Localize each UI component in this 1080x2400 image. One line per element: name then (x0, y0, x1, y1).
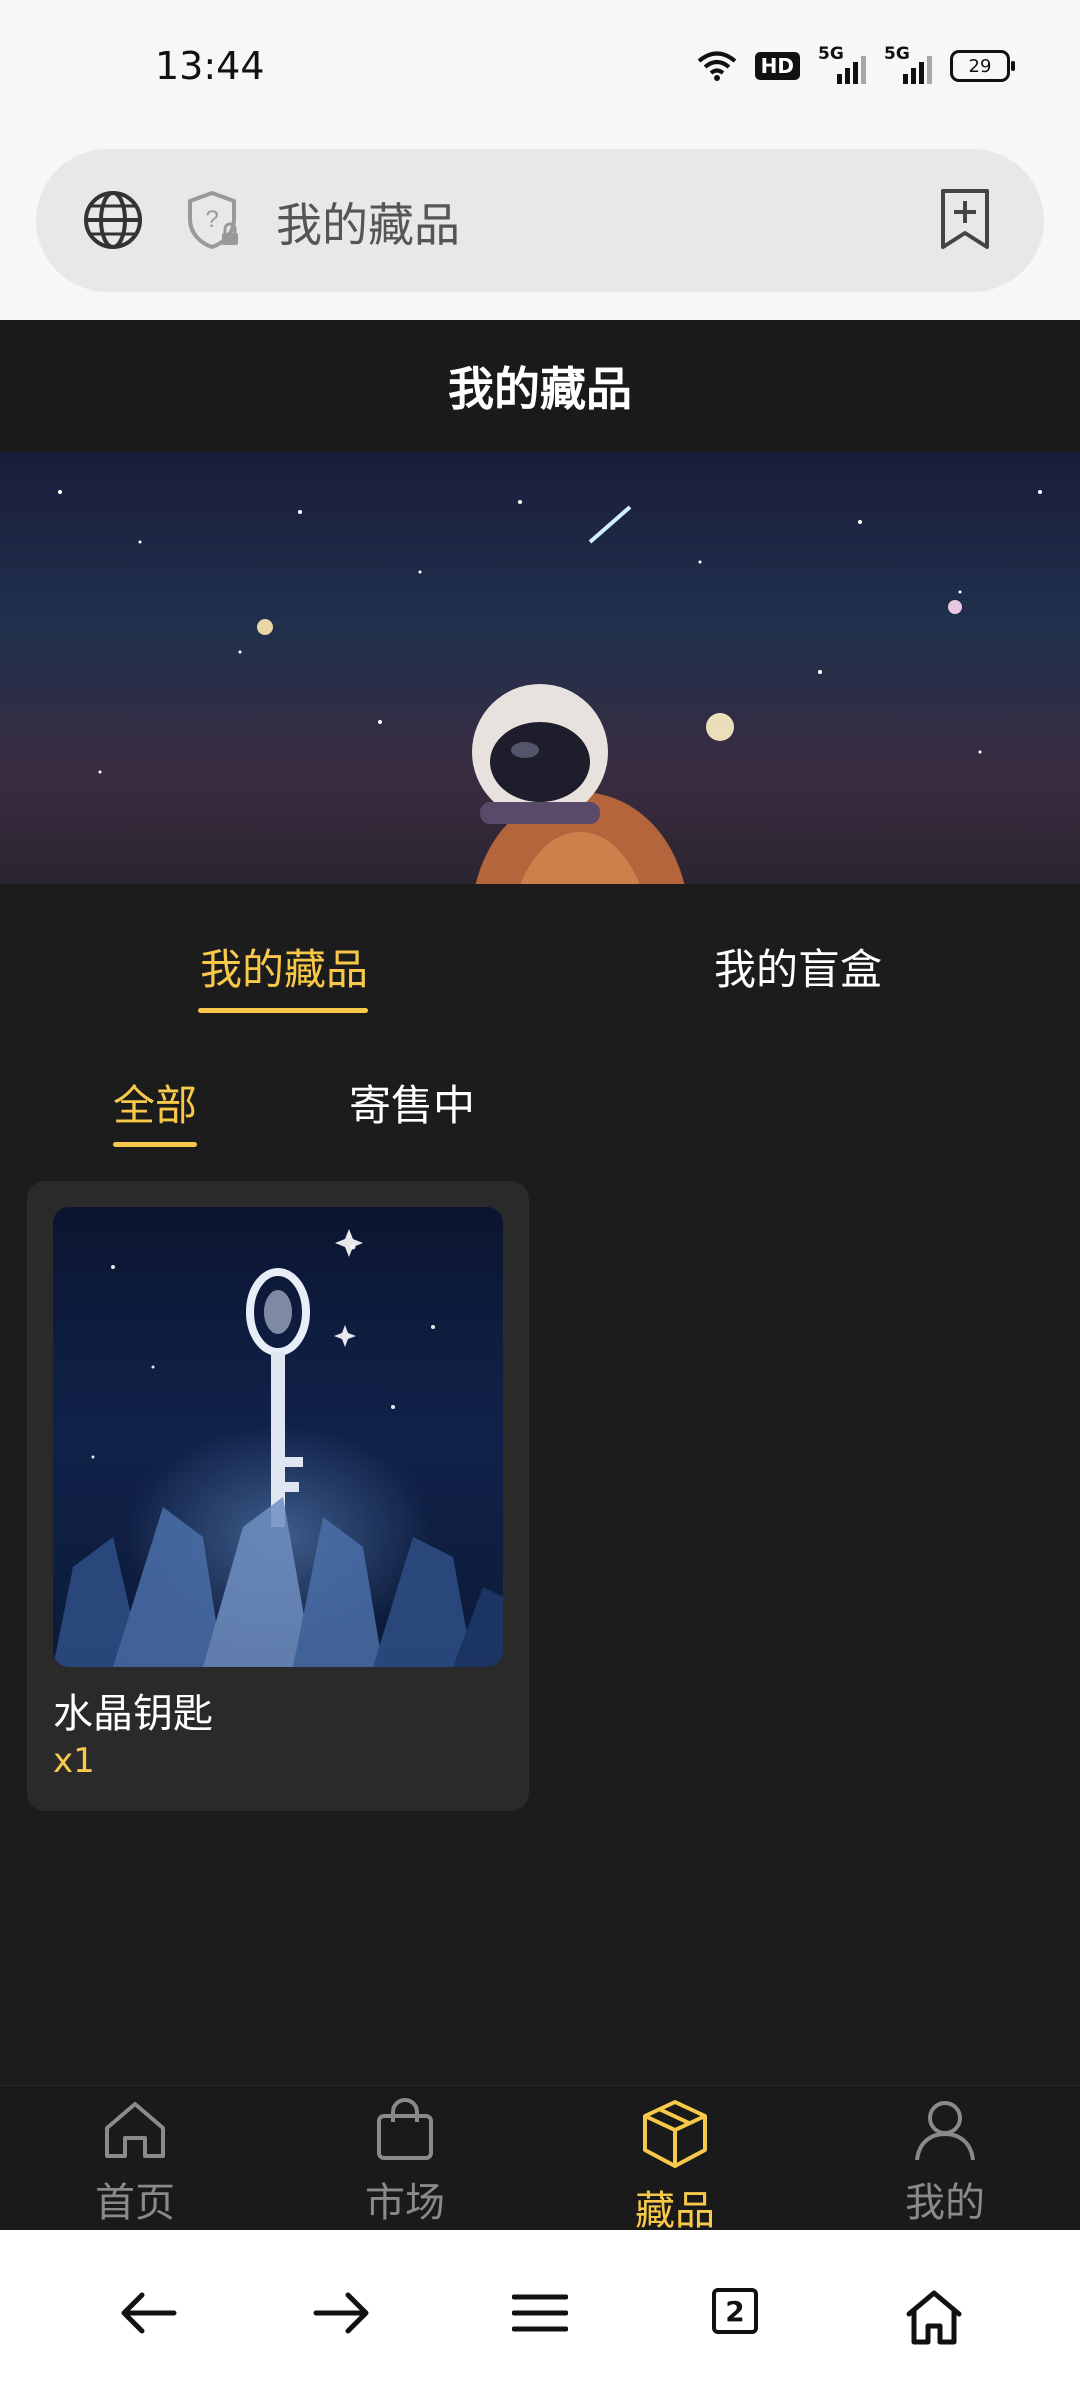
tab-my-collection[interactable]: 我的藏品 (200, 936, 368, 997)
nav-home[interactable]: 首页 (45, 2098, 225, 2228)
browser-toolbar: ? 我的藏品 (0, 140, 1080, 320)
address-bar[interactable]: ? 我的藏品 (36, 149, 1044, 292)
cube-icon (643, 2100, 707, 2168)
page-header: 我的藏品 (0, 320, 1080, 452)
back-arrow-icon[interactable] (118, 2288, 178, 2338)
hd-voice-icon: HD (754, 52, 800, 80)
status-icons: HD 5G 5G 29 (697, 44, 1015, 84)
status-time: 13:44 (155, 44, 265, 88)
astronaut-figure (472, 684, 685, 884)
globe-icon[interactable] (82, 189, 144, 251)
status-bar: 13:44 HD 5G 5G 29 (0, 0, 1080, 140)
collectible-name: 水晶钥匙 (53, 1691, 213, 1737)
nav-profile[interactable]: 我的 (855, 2098, 1035, 2228)
bag-icon (377, 2098, 433, 2160)
signal-icon: 5G (884, 44, 932, 84)
browser-bottom-bar: 2 (0, 2230, 1080, 2400)
tab-my-blind-box[interactable]: 我的盲盒 (714, 936, 882, 997)
collection-card[interactable]: 水晶钥匙 x1 (27, 1181, 529, 1811)
key-shape (246, 1268, 310, 1527)
subtab-all[interactable]: 全部 (113, 1072, 197, 1133)
home-icon[interactable] (904, 2288, 964, 2346)
svg-text:?: ? (205, 206, 218, 233)
url-text[interactable]: 我的藏品 (276, 189, 460, 255)
signal-icon: 5G (818, 44, 866, 84)
tabs-count-button[interactable]: 2 (712, 2288, 758, 2334)
battery-icon: 29 (950, 50, 1015, 82)
home-icon (105, 2102, 165, 2158)
crystal-key-illustration (53, 1229, 503, 1667)
nav-market[interactable]: 市场 (315, 2098, 495, 2228)
add-bookmark-icon[interactable] (938, 187, 992, 251)
active-subtab-indicator (113, 1142, 197, 1147)
banner-image (0, 452, 1080, 884)
menu-icon[interactable] (512, 2288, 568, 2338)
subtab-consigning[interactable]: 寄售中 (349, 1072, 475, 1133)
wifi-icon (697, 51, 736, 81)
forward-arrow-icon[interactable] (312, 2288, 372, 2338)
collection-tabs: 我的藏品 我的盲盒 (0, 884, 1080, 1034)
collectible-quantity: x1 (53, 1741, 95, 1781)
security-shield-icon[interactable]: ? (186, 189, 242, 251)
nav-collection[interactable]: 藏品 (585, 2098, 765, 2236)
app-bottom-nav: 首页 市场 藏品 我的 (0, 2085, 1080, 2234)
active-tab-indicator (198, 1008, 368, 1013)
collectible-image[interactable] (53, 1207, 503, 1667)
user-icon (915, 2101, 975, 2161)
page-title: 我的藏品 (448, 362, 632, 416)
